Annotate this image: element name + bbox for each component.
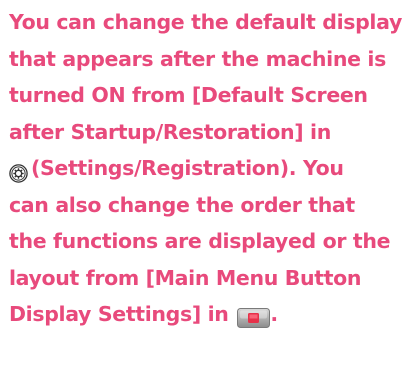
note-line-5-text: (Settings/Registration). You bbox=[31, 156, 344, 180]
note-line-9: Display Settings] in . bbox=[9, 296, 411, 333]
note-line-8: layout from [Main Menu Button bbox=[9, 265, 362, 290]
note-line-1: You can change the default display bbox=[9, 10, 402, 34]
note-line-9-end: . bbox=[270, 302, 278, 326]
note-line-2: that appears after the machine is bbox=[9, 46, 386, 71]
note-line-6: can also change the order that bbox=[9, 192, 355, 217]
note-line-5: (Settings/Registration). You bbox=[9, 150, 411, 187]
note-line-7: the functions are displayed or the bbox=[9, 229, 391, 253]
note-line-4: after Startup/Restoration] in bbox=[9, 119, 331, 144]
main-menu-icon bbox=[237, 303, 271, 328]
note-line-3: turned ON from [Default Screen bbox=[9, 83, 368, 107]
settings-registration-icon bbox=[9, 158, 28, 183]
note-text: You can change the default display that … bbox=[9, 4, 411, 333]
note-line-9-text: Display Settings] in bbox=[9, 302, 229, 326]
